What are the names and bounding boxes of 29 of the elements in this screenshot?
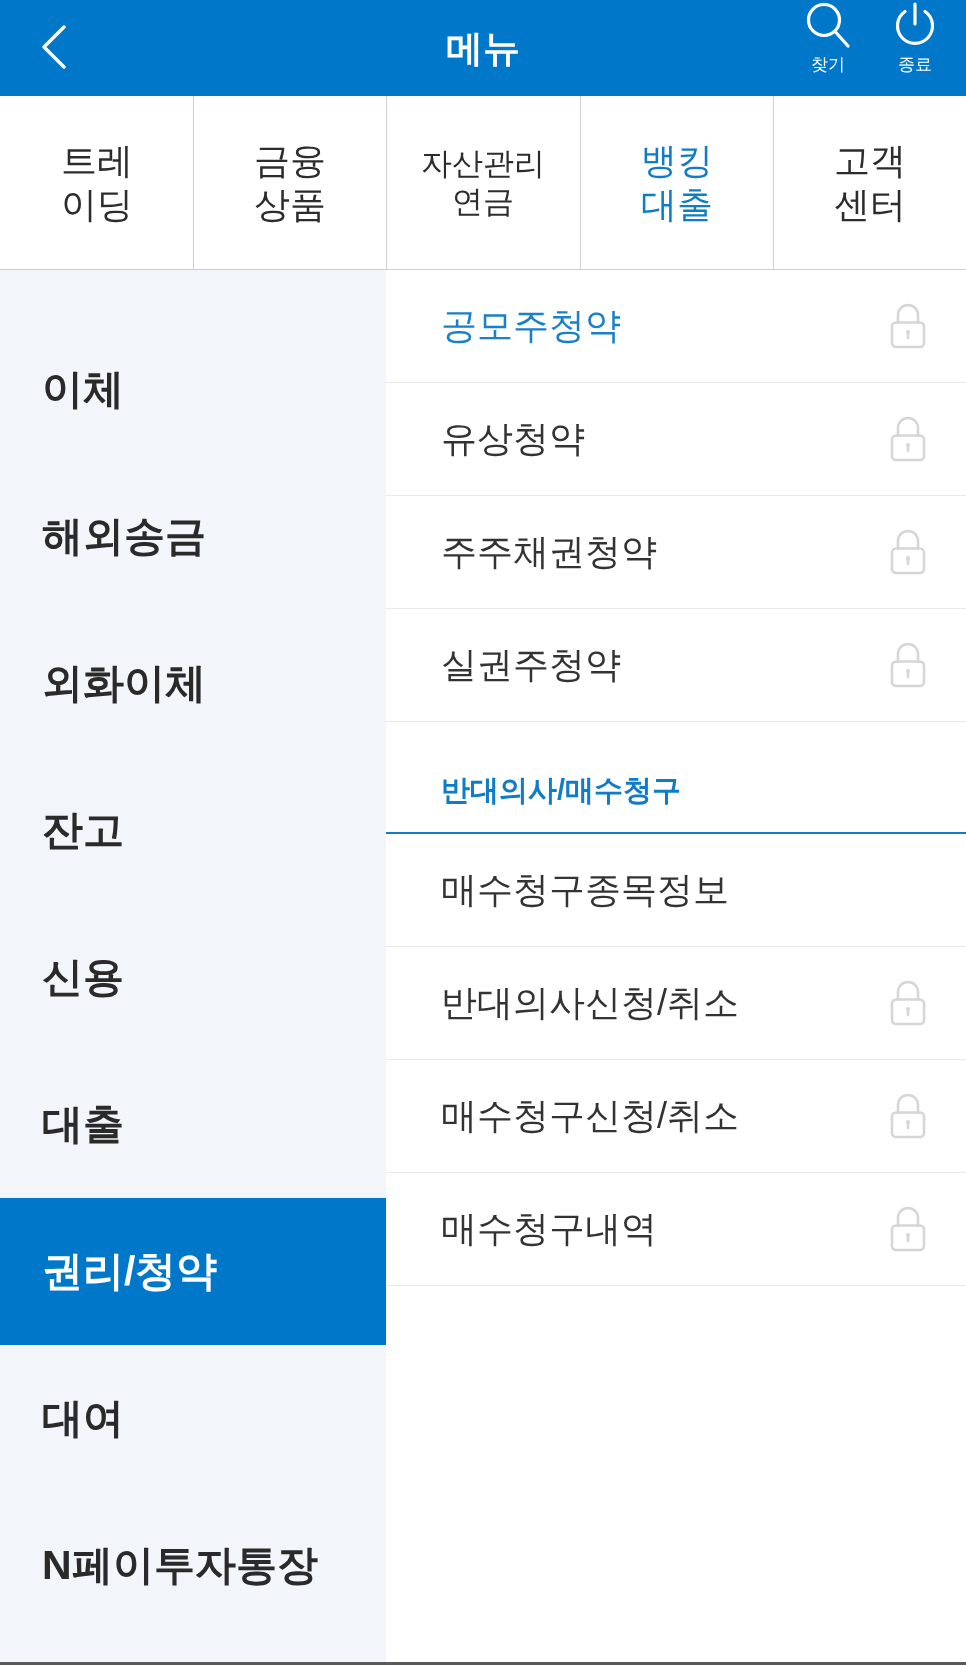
category-item[interactable]: 이체 (0, 316, 386, 463)
submenu-item[interactable]: 매수청구내역 (386, 1173, 966, 1286)
search-icon (806, 2, 850, 48)
section-header: 반대의사/매수청구 (386, 722, 966, 834)
submenu-item[interactable]: 공모주청약 (386, 270, 966, 383)
category-item[interactable]: 외화이체 (0, 610, 386, 757)
submenu-item[interactable]: 유상청약 (386, 383, 966, 496)
submenu-item[interactable]: 실권주청약 (386, 609, 966, 722)
category-item[interactable]: 권리/청약 (0, 1198, 386, 1345)
power-icon (894, 2, 936, 48)
menu-tab[interactable]: 트레 이딩 (0, 96, 194, 269)
exit-button[interactable]: 종료 (894, 2, 936, 73)
category-item[interactable]: 신용 (0, 904, 386, 1051)
menu-tab[interactable]: 뱅킹 대출 (579, 96, 773, 269)
search-button[interactable]: 찾기 (806, 2, 850, 73)
category-item[interactable]: 대출 (0, 1051, 386, 1198)
chevron-left-icon (41, 25, 67, 69)
submenu-item[interactable]: 주주채권청약 (386, 496, 966, 609)
menu-tab[interactable]: 고객 센터 (772, 96, 966, 269)
submenu-item[interactable]: 매수청구종목정보 (386, 834, 966, 947)
category-item[interactable]: 해외송금 (0, 463, 386, 610)
submenu-item[interactable]: 매수청구신청/취소 (386, 1060, 966, 1173)
category-item[interactable]: 잔고 (0, 757, 386, 904)
category-item[interactable]: N페이투자통장 (0, 1492, 386, 1639)
submenu-item[interactable]: 반대의사신청/취소 (386, 947, 966, 1060)
page-title: 메뉴 (446, 29, 520, 67)
menu-tab[interactable]: 자산관리 연금 (386, 96, 580, 269)
menu-tab[interactable]: 금융 상품 (193, 96, 387, 269)
category-item[interactable]: 대여 (0, 1345, 386, 1492)
